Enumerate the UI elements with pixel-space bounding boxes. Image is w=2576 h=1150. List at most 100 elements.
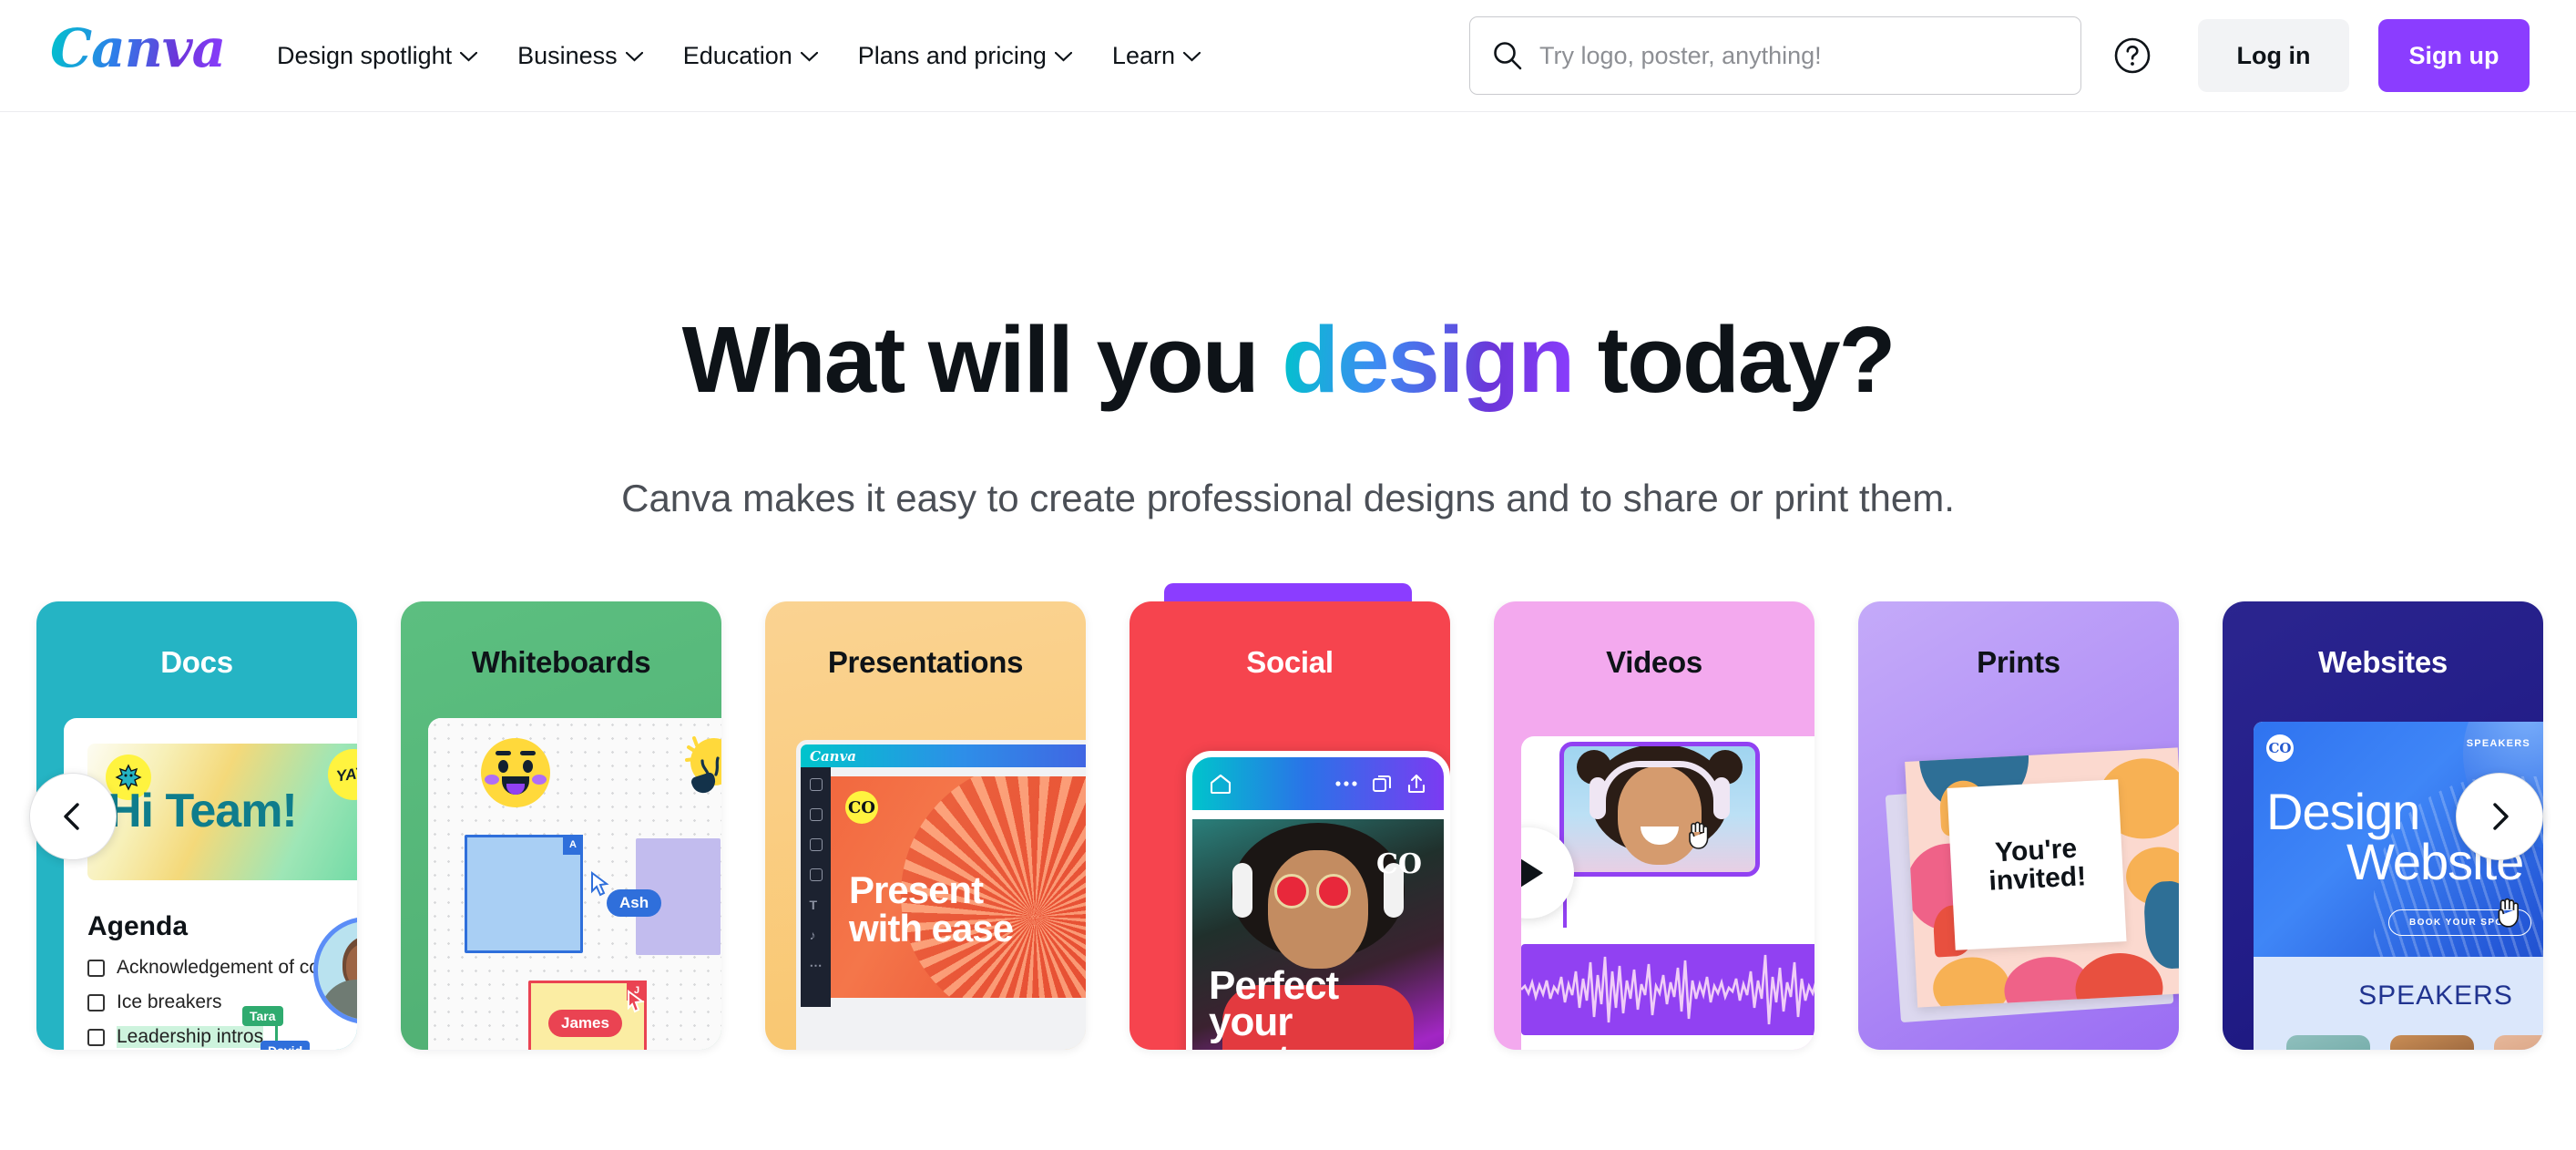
checkbox-icon[interactable] [87,959,105,977]
search-input[interactable] [1539,41,2059,70]
site-header: Canva Design spotlight Business Educatio… [0,0,2576,112]
sign-up-button[interactable]: Sign up [2378,19,2530,92]
more-icon[interactable]: ⋯ [810,959,823,971]
nav-item-learn[interactable]: Learn [1092,33,1221,79]
post-headline-line3: post [1209,1037,1291,1050]
agenda-item: Ice breakers [87,991,222,1013]
nav-label: Business [517,42,618,69]
elements-icon[interactable] [809,838,823,851]
log-in-button[interactable]: Log in [2198,19,2349,92]
chevron-down-icon [625,52,643,62]
carousel-prev-button[interactable] [29,773,117,860]
music-icon[interactable]: ♪ [810,929,823,941]
more-icon[interactable] [1334,780,1358,787]
laptop-base [801,1007,1086,1045]
book-your-spot-button[interactable]: BOOK YOUR SPOT [2388,909,2532,936]
video-icon[interactable] [809,868,823,881]
checkbox-icon[interactable] [87,993,105,1011]
editor-sidebar: T ♪ ⋯ [801,767,831,1007]
carousel-next-button[interactable] [2456,773,2543,860]
website-nav: SPEAKERS SCHEDULE [2467,738,2543,749]
hero-title-part1: What will you [681,307,1283,412]
carousel-card-whiteboards[interactable]: Whiteboards A J Ash James [401,601,721,1050]
card-title: Docs [160,645,233,679]
presentations-card-artwork: Canva T ♪ ⋯ CO Present with ease [792,718,1086,1050]
chevron-down-icon [460,52,478,62]
card-title: Whiteboards [471,645,651,679]
templates-icon[interactable] [809,778,823,791]
headphone-left [1590,777,1606,819]
carousel-card-presentations[interactable]: Presentations Canva T ♪ ⋯ CO Present wit… [765,601,1086,1050]
website-speakers-section: SPEAKERS [2254,957,2543,1050]
hero-title-part2: today? [1573,307,1896,412]
play-icon [1521,858,1543,888]
doc-heading: Hi Team! [107,785,298,837]
search-bar[interactable] [1469,16,2081,95]
prints-card-artwork: You're invited! [1885,718,2179,1050]
carousel-card-prints[interactable]: Prints You're invited! [1858,601,2179,1050]
collaborator-tag-tara: Tara [242,1006,283,1026]
videos-card-artwork [1521,736,1814,1050]
smiley-emoji-icon [481,738,550,807]
sunglass-left [1274,874,1309,909]
hero-title-highlight: design [1282,307,1575,412]
phone-mockup: CO Perfect your post [1186,751,1450,1050]
website-headline-line1: Design [2266,783,2420,840]
nav-item-design-spotlight[interactable]: Design spotlight [257,33,497,79]
page-title: What will you design today? [0,303,2576,416]
slide-headline-line1: Present [849,868,984,911]
chevron-right-icon [2493,803,2509,830]
note-owner-badge: J [627,981,647,1001]
audio-waveform-track[interactable] [1521,944,1814,1035]
nav-label: Education [682,42,792,69]
nav-item-business[interactable]: Business [497,33,663,79]
card-title: Videos [1606,645,1702,679]
share-icon[interactable] [1406,773,1427,795]
home-icon[interactable] [1209,772,1232,796]
nav-label: Design spotlight [277,42,453,69]
headphone-left [1232,863,1252,918]
carousel-card-videos[interactable]: Videos [1494,601,1814,1050]
website-mockup: CO SPEAKERS SCHEDULE Design Website BOOK… [2254,722,2543,1050]
carousel-card-social[interactable]: Social CO Perfect your [1130,601,1450,1050]
person-face [1268,850,1368,969]
decorative-blob [2142,879,2179,970]
invitation-text-card: You're invited! [1947,779,2127,950]
collaborator-tag-david: David [261,1041,311,1050]
note-owner-badge: A [563,835,583,855]
text-icon[interactable]: T [810,898,823,911]
agenda-heading: Agenda [87,911,189,941]
lightbulb-icon [685,736,721,796]
laptop-mockup: Canva T ♪ ⋯ CO Present with ease [796,740,1086,1050]
canva-logo[interactable]: Canva [50,20,226,77]
help-circle-icon[interactable] [2104,27,2161,84]
checkbox-icon[interactable] [87,1028,105,1046]
copy-icon[interactable] [1371,773,1393,795]
post-headline: Perfect your post [1209,965,1339,1050]
editor-top-bar: Canva [801,744,1086,767]
editor-brand: Canva [810,747,856,765]
website-nav-speakers[interactable]: SPEAKERS [2467,738,2530,749]
invitation-text: You're invited! [1988,833,2087,897]
yay-sticker: YAY! [324,745,357,804]
sunglass-right [1316,874,1351,909]
card-title: Presentations [827,645,1024,679]
website-logo: CO [2266,734,2294,762]
nav-item-education[interactable]: Education [663,33,838,79]
decorative-blob [1931,955,2011,1008]
card-title: Websites [2318,645,2448,679]
phone-app-bar [1192,757,1444,810]
image-icon[interactable] [809,808,823,821]
video-clip-thumbnail[interactable] [1559,742,1760,877]
agenda-item: Leadership intros [87,1026,279,1048]
nav-item-plans-and-pricing[interactable]: Plans and pricing [838,33,1092,79]
agenda-item-label: Ice breakers [117,991,222,1012]
social-post-photo: CO Perfect your post [1192,819,1444,1050]
chevron-down-icon [800,52,818,62]
sticky-note-blue[interactable]: A [465,835,583,953]
doc-banner: YAY! Hi Team! [87,744,357,880]
main-navigation: Design spotlight Business Education Plan… [257,0,1221,112]
canva-logo-text: Canva [50,17,226,79]
social-card-artwork: CO Perfect your post [1157,718,1450,1050]
chevron-down-icon [1182,52,1201,62]
